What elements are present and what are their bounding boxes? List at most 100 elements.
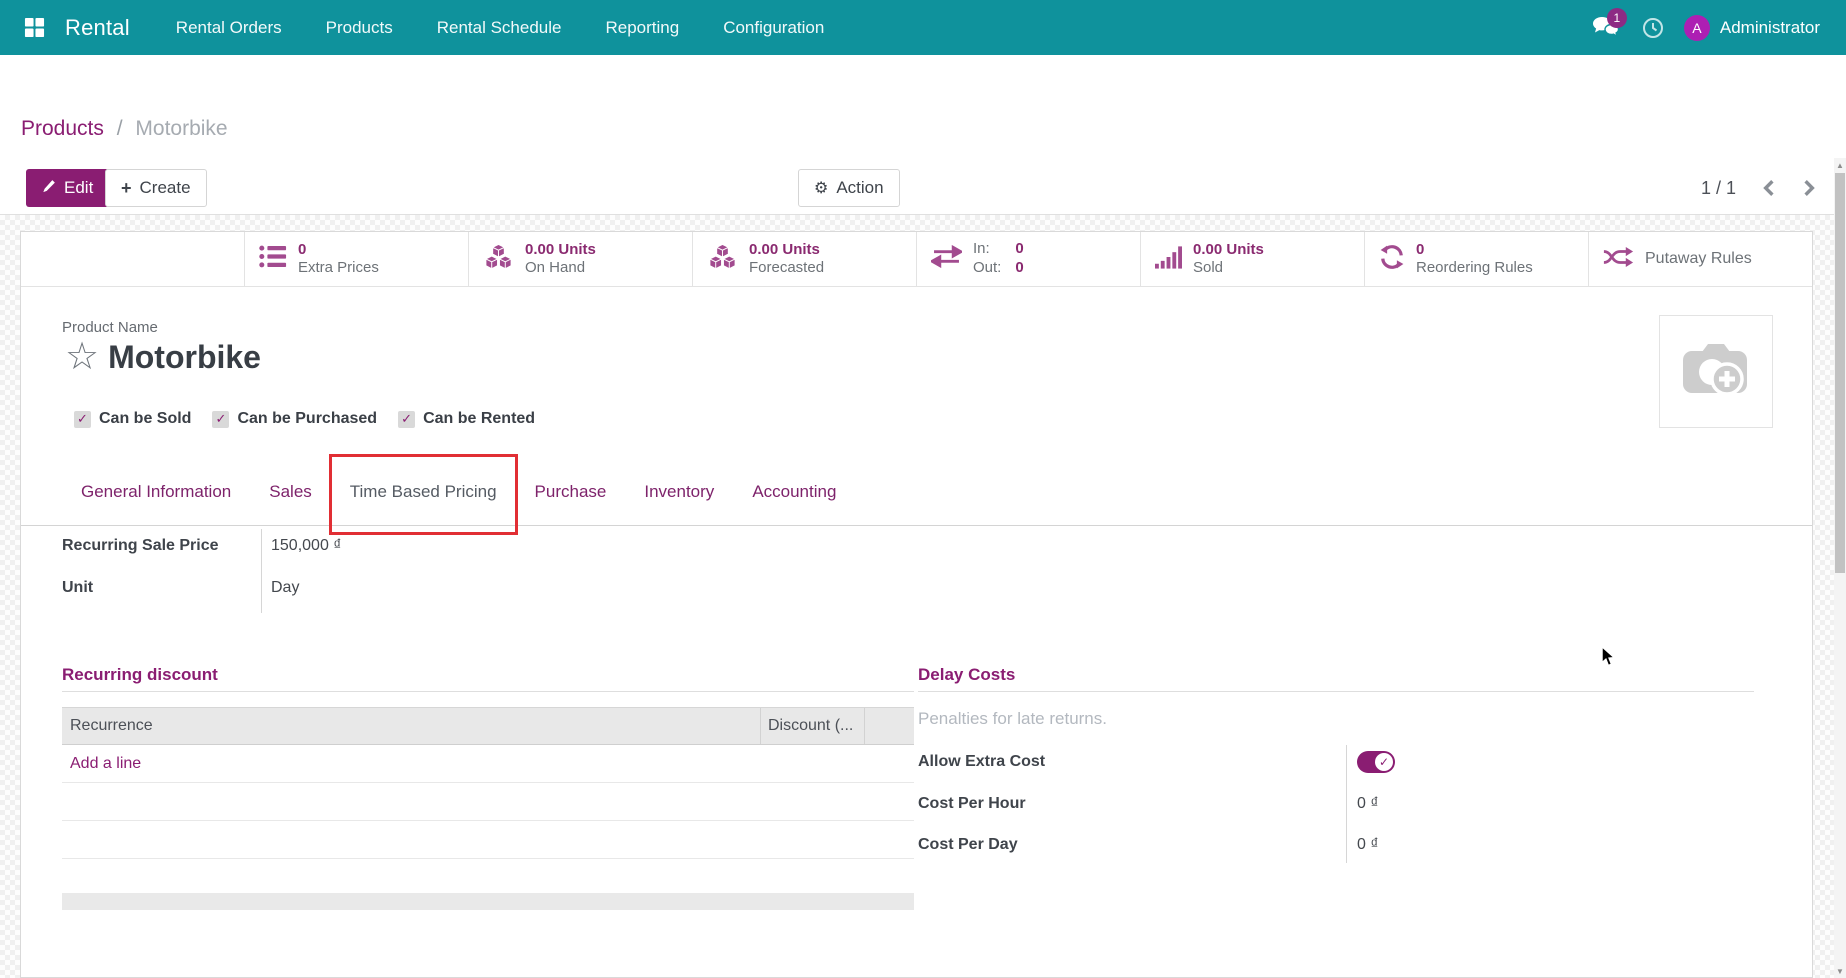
cost-per-hour-value: 0 ₫ <box>1357 795 1379 813</box>
smart-button-on-hand[interactable]: 0.00 Units On Hand <box>468 232 692 286</box>
table-row-empty <box>62 821 914 859</box>
recurring-discount-table: Recurrence Discount (... Add a line <box>62 707 914 859</box>
smart-button-sold[interactable]: 0.00 Units Sold <box>1140 232 1364 286</box>
smart-button-reordering-rules[interactable]: 0 Reordering Rules <box>1364 232 1588 286</box>
breadcrumb-current: Motorbike <box>135 117 227 140</box>
table-header-row: Recurrence Discount (... <box>62 707 914 745</box>
tab-inventory[interactable]: Inventory <box>625 458 733 525</box>
cubes-icon <box>707 243 738 276</box>
main-menu: Rental Orders Products Rental Schedule R… <box>176 18 825 38</box>
camera-plus-icon <box>1680 338 1752 405</box>
capability-checkboxes: ✓ Can be Sold ✓ Can be Purchased ✓ Can b… <box>74 410 535 428</box>
systray: 1 A Administrator <box>1592 0 1820 55</box>
smart-button-forecasted[interactable]: 0.00 Units Forecasted <box>692 232 916 286</box>
plus-icon: + <box>121 178 132 199</box>
menu-products[interactable]: Products <box>326 18 393 38</box>
unit-label: Unit <box>62 579 93 597</box>
scrollbar-down-arrow[interactable]: ▼ <box>1834 964 1846 978</box>
cubes-icon <box>483 243 514 276</box>
cost-per-day-value: 0 ₫ <box>1357 836 1379 854</box>
scrollbar-up-arrow[interactable]: ▲ <box>1834 158 1846 172</box>
table-footer-bar <box>62 893 914 910</box>
checkbox-checked-icon: ✓ <box>74 411 91 428</box>
column-header-recurrence[interactable]: Recurrence <box>62 717 760 735</box>
delay-costs-placeholder: Penalties for late returns. <box>918 709 1107 729</box>
unit-value: Day <box>271 579 299 597</box>
toggle-check-icon: ✓ <box>1375 753 1393 771</box>
control-panel: Products / Motorbike Edit + Create ⚙ Act… <box>0 55 1846 215</box>
vertical-scrollbar[interactable]: ▲ ▼ <box>1834 158 1846 978</box>
breadcrumb-products-link[interactable]: Products <box>21 117 104 140</box>
can-be-rented-checkbox[interactable]: ✓ Can be Rented <box>398 410 535 428</box>
cost-per-day-label: Cost Per Day <box>918 836 1018 854</box>
shuffle-icon <box>1603 246 1634 273</box>
refresh-icon <box>1379 244 1405 275</box>
recurring-discount-title: Recurring discount <box>62 665 218 685</box>
breadcrumb: Products / Motorbike <box>21 117 228 141</box>
navbar-left: Rental Rental Orders Products Rental Sch… <box>0 15 824 41</box>
allow-extra-cost-toggle[interactable]: ✓ <box>1357 751 1395 773</box>
gear-icon: ⚙ <box>814 178 828 198</box>
product-image-placeholder[interactable] <box>1659 315 1773 428</box>
breadcrumb-separator: / <box>117 117 123 140</box>
table-row-add-line: Add a line <box>62 745 914 783</box>
column-header-empty <box>864 708 914 744</box>
pencil-icon <box>42 178 56 198</box>
smart-button-row: 0 Extra Prices 0.00 Units On Hand <box>21 232 1812 287</box>
menu-rental-orders[interactable]: Rental Orders <box>176 18 282 38</box>
can-be-purchased-checkbox[interactable]: ✓ Can be Purchased <box>212 410 377 428</box>
rental-app-window: Rental Rental Orders Products Rental Sch… <box>0 0 1846 978</box>
list-icon <box>259 244 287 274</box>
tab-accounting[interactable]: Accounting <box>733 458 855 525</box>
field-group-separator <box>261 529 262 613</box>
column-header-discount[interactable]: Discount (... <box>760 708 864 744</box>
user-menu[interactable]: A Administrator <box>1684 15 1820 41</box>
scrollbar-thumb[interactable] <box>1835 173 1845 573</box>
recurring-discount-divider <box>62 691 914 692</box>
add-a-line-link[interactable]: Add a line <box>70 755 141 773</box>
checkbox-checked-icon: ✓ <box>212 411 229 428</box>
checkbox-checked-icon: ✓ <box>398 411 415 428</box>
pager-previous-button[interactable] <box>1762 179 1776 197</box>
smart-button-extra-prices[interactable]: 0 Extra Prices <box>244 232 468 286</box>
edit-button[interactable]: Edit <box>26 169 109 207</box>
smart-button-putaway-rules[interactable]: Putaway Rules <box>1588 232 1812 286</box>
user-name: Administrator <box>1720 18 1820 38</box>
product-title-row: ☆ Motorbike <box>65 334 261 380</box>
recurring-sale-price-value: 150,000 ₫ <box>271 537 342 555</box>
allow-extra-cost-label: Allow Extra Cost <box>918 753 1045 771</box>
tab-sales[interactable]: Sales <box>250 458 331 525</box>
user-avatar: A <box>1684 15 1710 41</box>
favorite-star-icon[interactable]: ☆ <box>65 338 99 376</box>
activities-clock-icon[interactable] <box>1642 17 1664 39</box>
top-navbar: Rental Rental Orders Products Rental Sch… <box>0 0 1846 55</box>
transfer-icon <box>931 245 962 273</box>
delay-costs-divider <box>918 691 1754 692</box>
notebook-tabs: General Information Sales Time Based Pri… <box>21 458 1812 526</box>
pager-value: 1 / 1 <box>1701 178 1736 199</box>
form-sheet: 0 Extra Prices 0.00 Units On Hand <box>20 231 1813 978</box>
chart-bars-icon <box>1155 245 1182 274</box>
messages-icon[interactable]: 1 <box>1592 15 1622 41</box>
content-background: 0 Extra Prices 0.00 Units On Hand <box>0 215 1846 978</box>
product-name: Motorbike <box>108 339 261 376</box>
delay-costs-title: Delay Costs <box>918 665 1015 685</box>
menu-rental-schedule[interactable]: Rental Schedule <box>437 18 562 38</box>
pager-next-button[interactable] <box>1802 179 1816 197</box>
tab-time-based-pricing[interactable]: Time Based Pricing <box>331 458 516 525</box>
pager: 1 / 1 <box>1701 169 1816 207</box>
tab-general-information[interactable]: General Information <box>62 458 250 525</box>
messages-badge: 1 <box>1607 8 1627 28</box>
table-row-empty <box>62 783 914 821</box>
smart-button-in-out[interactable]: In: 0 Out: 0 <box>916 232 1140 286</box>
create-button[interactable]: + Create <box>105 169 207 207</box>
can-be-sold-checkbox[interactable]: ✓ Can be Sold <box>74 410 191 428</box>
menu-configuration[interactable]: Configuration <box>723 18 824 38</box>
action-button[interactable]: ⚙ Action <box>798 169 900 207</box>
menu-reporting[interactable]: Reporting <box>605 18 679 38</box>
app-title[interactable]: Rental <box>65 15 130 41</box>
recurring-sale-price-label: Recurring Sale Price <box>62 537 219 555</box>
apps-grid-icon[interactable] <box>24 17 45 38</box>
tab-purchase[interactable]: Purchase <box>516 458 626 525</box>
cost-per-hour-label: Cost Per Hour <box>918 795 1026 813</box>
